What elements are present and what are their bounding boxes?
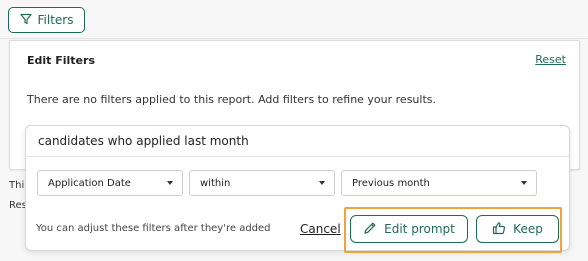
funnel-icon bbox=[19, 13, 32, 28]
panel-title: Edit Filters bbox=[27, 54, 95, 67]
cancel-link[interactable]: Cancel bbox=[300, 222, 341, 236]
prompt-text: candidates who applied last month bbox=[38, 134, 249, 148]
filter-value-select[interactable]: Previous month bbox=[341, 170, 537, 196]
filter-field-select[interactable]: Application Date bbox=[37, 170, 183, 196]
card-divider bbox=[26, 156, 569, 157]
empty-filters-message: There are no filters applied to this rep… bbox=[27, 93, 437, 106]
filters-button-label: Filters bbox=[37, 13, 74, 27]
background-text: Thi bbox=[9, 180, 25, 191]
filter-field-value: Application Date bbox=[48, 177, 131, 189]
adjust-filters-hint: You can adjust these filters after they'… bbox=[36, 223, 271, 234]
background-divider bbox=[0, 38, 588, 39]
caret-down-icon bbox=[319, 181, 325, 185]
filter-operator-select[interactable]: within bbox=[189, 170, 335, 196]
action-highlight-box bbox=[344, 207, 562, 253]
caret-down-icon bbox=[521, 181, 527, 185]
filter-value-value: Previous month bbox=[352, 177, 430, 189]
reset-link[interactable]: Reset bbox=[535, 53, 566, 66]
filters-button[interactable]: Filters bbox=[8, 7, 85, 33]
caret-down-icon bbox=[167, 181, 173, 185]
filter-operator-value: within bbox=[200, 177, 231, 189]
